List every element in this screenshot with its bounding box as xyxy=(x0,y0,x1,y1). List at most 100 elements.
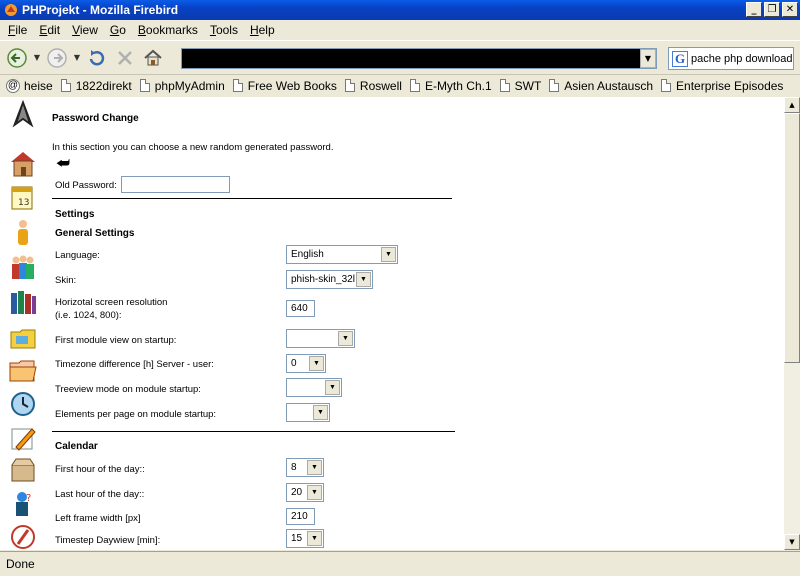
bookmark-1822direkt[interactable]: 1822direkt xyxy=(60,79,132,93)
phprojekt-logo-icon[interactable] xyxy=(8,99,38,129)
bookmark-free-web-books[interactable]: Free Web Books xyxy=(232,79,337,93)
left-frame-input[interactable]: 210 xyxy=(286,508,315,525)
page-icon xyxy=(549,79,560,92)
page-icon xyxy=(60,79,71,92)
vertical-scrollbar[interactable]: ▲ ▼ xyxy=(784,97,800,550)
reload-icon xyxy=(89,49,105,65)
scroll-down-icon[interactable]: ▼ xyxy=(784,534,800,550)
status-text: Done xyxy=(6,557,35,571)
menu-view[interactable]: View xyxy=(66,23,104,37)
bookmark-phpmyadmin[interactable]: phpMyAdmin xyxy=(139,79,225,93)
page-icon xyxy=(499,79,510,92)
menu-bookmarks[interactable]: Bookmarks xyxy=(132,23,204,37)
address-dropdown-icon[interactable]: ▼ xyxy=(640,49,656,68)
bookmark-asien-austausch[interactable]: Asien Austausch xyxy=(549,79,653,93)
last-hour-select[interactable]: 20 ▼ xyxy=(286,483,324,502)
logout-icon[interactable] xyxy=(8,522,38,550)
resolution-label: Horizotal screen resolution (i.e. 1024, … xyxy=(55,297,168,321)
timezone-select[interactable]: 0 ▼ xyxy=(286,354,326,373)
archive-box-icon[interactable] xyxy=(8,455,38,485)
page-icon xyxy=(409,79,420,92)
page-icon xyxy=(344,79,355,92)
filemanager-icon[interactable] xyxy=(8,322,38,352)
books-icon[interactable] xyxy=(8,287,38,317)
forward-dropdown-icon[interactable]: ▼ xyxy=(71,44,83,72)
back-dropdown-icon[interactable]: ▼ xyxy=(31,44,43,72)
summary-house-icon[interactable] xyxy=(8,149,38,179)
search-box[interactable]: G pache php download xyxy=(668,47,794,70)
timestep-select[interactable]: 15 ▼ xyxy=(286,529,324,548)
bookmark-roswell[interactable]: Roswell xyxy=(344,79,402,93)
first-module-select[interactable]: ▼ xyxy=(286,329,355,348)
minimize-button[interactable]: _ xyxy=(746,2,762,17)
old-password-input[interactable] xyxy=(121,176,230,193)
page-content: 13 ? Password Change In this section you… xyxy=(0,97,784,550)
navigation-toolbar: ▼ ▼ ▼ G pache php download xyxy=(0,40,800,74)
window-titlebar[interactable]: PHProjekt - Mozilla Firebird _ ❐ ✕ xyxy=(0,0,800,20)
page-icon xyxy=(232,79,243,92)
skin-label: Skin: xyxy=(55,275,77,286)
bookmark-swt[interactable]: SWT xyxy=(499,79,541,93)
chevron-down-icon: ▼ xyxy=(313,405,328,420)
chevron-down-icon: ▼ xyxy=(381,247,396,262)
language-select[interactable]: English ▼ xyxy=(286,245,398,264)
language-label: Language: xyxy=(55,250,100,261)
address-bar[interactable] xyxy=(181,48,657,69)
elements-select[interactable]: ▼ xyxy=(286,403,330,422)
help-person-icon[interactable]: ? xyxy=(8,489,38,519)
scrollbar-thumb[interactable] xyxy=(784,113,800,363)
first-hour-label: First hour of the day:: xyxy=(55,464,145,475)
google-icon[interactable]: G xyxy=(672,50,688,67)
elements-label: Elements per page on module startup: xyxy=(55,409,217,420)
search-input[interactable]: pache php download xyxy=(691,53,793,65)
module-sidebar: 13 ? xyxy=(0,97,45,550)
scroll-up-icon[interactable]: ▲ xyxy=(784,97,800,113)
menu-file[interactable]: File xyxy=(2,23,33,37)
close-button[interactable]: ✕ xyxy=(782,2,798,17)
menu-bar: File Edit View Go Bookmarks Tools Help xyxy=(0,20,800,40)
left-frame-label: Left frame width [px] xyxy=(55,513,141,524)
old-password-label: Old Password: xyxy=(55,180,117,191)
chevron-down-icon: ▼ xyxy=(307,460,322,475)
menu-tools[interactable]: Tools xyxy=(204,23,244,37)
back-arrow-icon xyxy=(7,47,27,68)
folder-icon[interactable] xyxy=(8,355,38,385)
page-icon xyxy=(139,79,150,92)
firebird-icon xyxy=(5,4,17,16)
resolution-input[interactable]: 640 xyxy=(286,300,315,317)
timezone-label: Timezone difference [h] Server - user: xyxy=(55,359,214,370)
return-arrow-icon[interactable]: ⮨ xyxy=(56,155,70,172)
intro-text: In this section you can choose a new ran… xyxy=(52,142,334,153)
calendar-icon[interactable]: 13 xyxy=(8,182,38,212)
bookmark-enterprise-episodes[interactable]: Enterprise Episodes xyxy=(661,79,783,93)
first-hour-select[interactable]: 8 ▼ xyxy=(286,458,324,477)
maximize-button[interactable]: ❐ xyxy=(764,2,780,17)
svg-text:13: 13 xyxy=(18,198,29,208)
menu-go[interactable]: Go xyxy=(104,23,132,37)
contacts-person-icon[interactable] xyxy=(8,217,38,247)
treeview-label: Treeview mode on module startup: xyxy=(55,384,201,395)
menu-help[interactable]: Help xyxy=(244,23,281,37)
general-settings-heading: General Settings xyxy=(55,228,135,239)
page-title: Password Change xyxy=(52,113,139,124)
bookmark-heise[interactable]: @ heise xyxy=(6,78,53,93)
chevron-down-icon: ▼ xyxy=(325,380,340,395)
home-button[interactable] xyxy=(139,44,167,72)
calendar-heading: Calendar xyxy=(55,441,98,452)
notes-pencil-icon[interactable] xyxy=(8,423,38,453)
status-bar: Done xyxy=(0,551,800,576)
forward-button[interactable] xyxy=(43,44,71,72)
chevron-down-icon: ▼ xyxy=(356,272,371,287)
forward-arrow-icon xyxy=(47,47,67,68)
menu-edit[interactable]: Edit xyxy=(33,23,66,37)
groups-people-icon[interactable] xyxy=(8,252,38,282)
stop-icon xyxy=(118,50,132,65)
skin-select[interactable]: phish-skin_32l ▼ xyxy=(286,270,373,289)
stop-button[interactable] xyxy=(111,44,139,72)
bookmark-emyth[interactable]: E-Myth Ch.1 xyxy=(409,79,492,93)
timecard-clock-icon[interactable] xyxy=(8,389,38,419)
treeview-select[interactable]: ▼ xyxy=(286,378,342,397)
back-button[interactable] xyxy=(3,44,31,72)
reload-button[interactable] xyxy=(83,44,111,72)
svg-text:?: ? xyxy=(26,493,31,504)
